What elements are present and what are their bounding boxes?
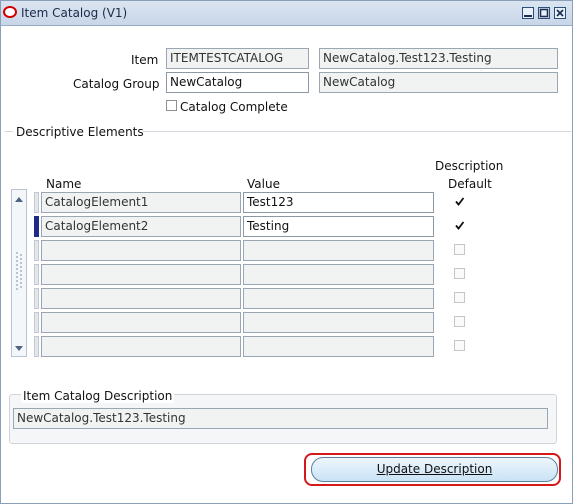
row-indicator[interactable]	[34, 312, 39, 333]
oracle-logo-icon	[3, 6, 17, 18]
description-default-checkbox[interactable]	[454, 268, 465, 279]
element-name-cell[interactable]: CatalogElement2	[41, 216, 241, 237]
catalog-group-description-field[interactable]: NewCatalog	[319, 72, 558, 93]
scroll-up-icon	[15, 197, 23, 202]
update-description-label: Update Description	[376, 462, 493, 476]
description-default-checkbox[interactable]	[454, 196, 465, 207]
description-default-checkbox[interactable]	[454, 316, 465, 327]
descriptive-elements-label: Descriptive Elements	[16, 125, 144, 139]
close-icon[interactable]	[554, 7, 566, 19]
maximize-icon[interactable]	[538, 7, 550, 19]
element-value-cell[interactable]	[243, 288, 434, 309]
update-description-button[interactable]: Update Description	[311, 457, 558, 482]
row-indicator[interactable]	[34, 336, 39, 357]
element-value-cell[interactable]	[243, 336, 434, 357]
item-catalog-description-label: Item Catalog Description	[21, 389, 175, 403]
item-description-field[interactable]: NewCatalog.Test123.Testing	[319, 48, 558, 69]
column-header-value: Value	[247, 177, 280, 191]
element-name-cell[interactable]	[41, 336, 241, 357]
element-name-cell[interactable]	[41, 240, 241, 261]
title-bar[interactable]: Item Catalog (V1)	[1, 1, 572, 26]
section-divider	[5, 131, 13, 132]
element-value-cell[interactable]	[243, 264, 434, 285]
element-name-cell[interactable]	[41, 264, 241, 285]
minimize-icon[interactable]	[522, 7, 534, 19]
catalog-group-field[interactable]: NewCatalog	[166, 72, 309, 93]
scroll-down-icon	[15, 346, 23, 351]
catalog-complete-checkbox[interactable]	[166, 100, 177, 111]
element-name-cell[interactable]	[41, 288, 241, 309]
section-divider	[143, 131, 571, 132]
row-indicator[interactable]	[34, 192, 39, 213]
column-header-description: Description	[435, 159, 504, 173]
description-default-checkbox[interactable]	[454, 244, 465, 255]
element-name-cell[interactable]	[41, 312, 241, 333]
element-value-cell[interactable]: Test123	[243, 192, 434, 213]
window-title: Item Catalog (V1)	[21, 6, 128, 20]
element-value-cell[interactable]	[243, 312, 434, 333]
current-row-indicator[interactable]	[34, 216, 39, 237]
item-catalog-window: Item Catalog (V1) Item ITEMTESTCATALOG N…	[0, 0, 573, 504]
description-default-checkbox[interactable]	[454, 340, 465, 351]
vertical-scrollbar[interactable]	[11, 189, 27, 357]
item-label: Item	[131, 53, 159, 67]
catalog-group-label: Catalog Group	[73, 77, 160, 91]
element-name-cell[interactable]: CatalogElement1	[41, 192, 241, 213]
catalog-complete-label: Catalog Complete	[180, 100, 288, 114]
description-default-checkbox[interactable]	[454, 292, 465, 303]
column-header-default: Default	[448, 177, 492, 191]
element-value-cell[interactable]: Testing	[243, 216, 434, 237]
column-header-name: Name	[46, 177, 82, 191]
row-indicator[interactable]	[34, 264, 39, 285]
row-indicator[interactable]	[34, 288, 39, 309]
item-field[interactable]: ITEMTESTCATALOG	[166, 48, 309, 69]
element-value-cell[interactable]	[243, 240, 434, 261]
description-default-checkbox[interactable]	[454, 220, 465, 231]
item-catalog-description-field[interactable]: NewCatalog.Test123.Testing	[13, 408, 548, 429]
row-indicator[interactable]	[34, 240, 39, 261]
